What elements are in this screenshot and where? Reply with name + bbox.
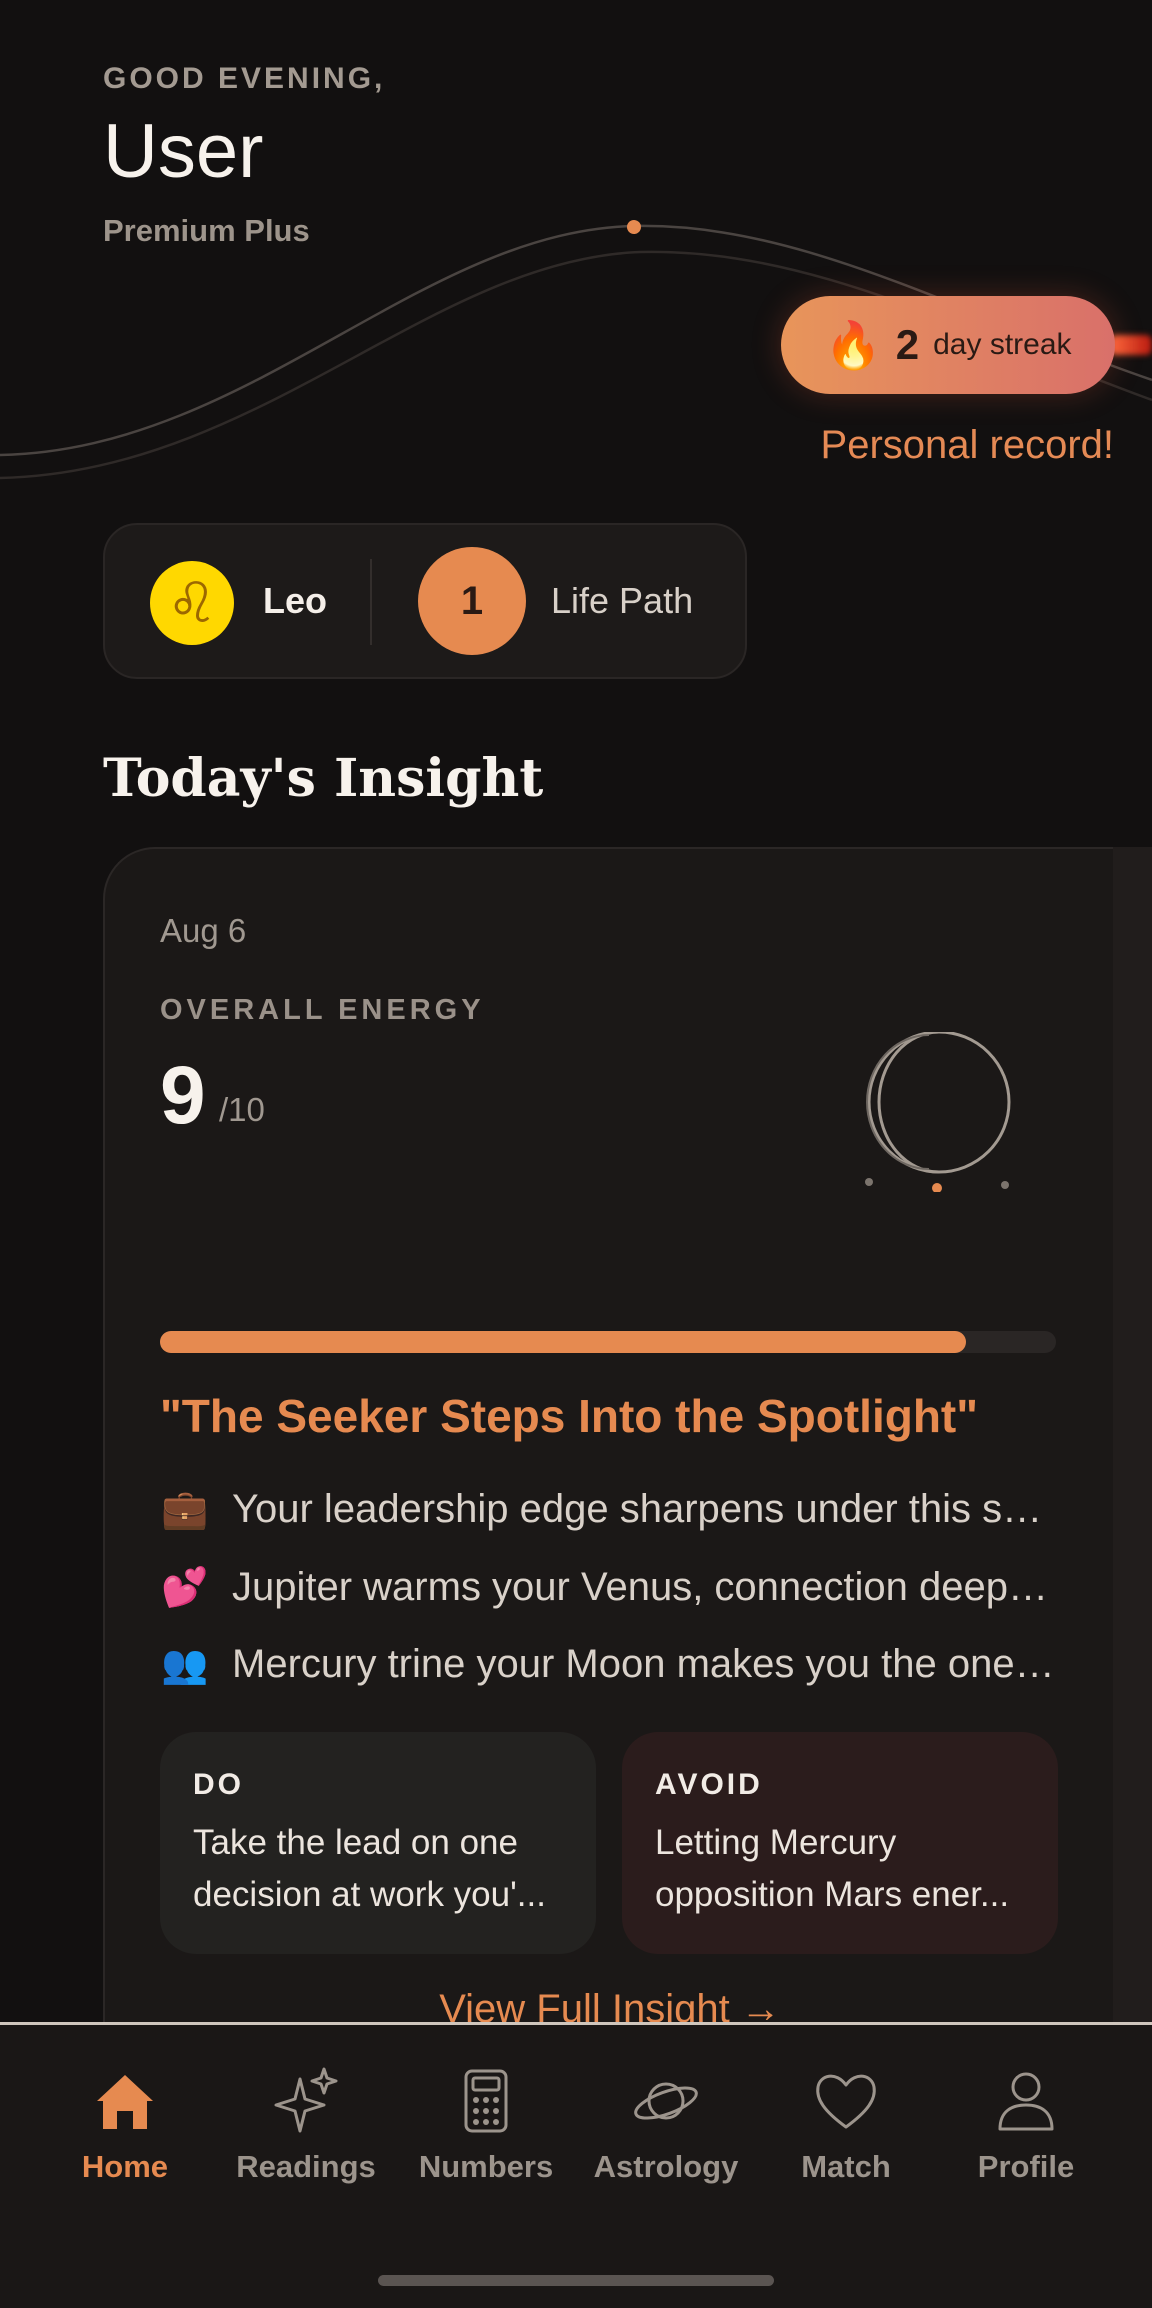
life-path-label: Life Path [551, 580, 694, 621]
tab-label: Astrology [593, 2149, 739, 2184]
insight-bullet: 👥 Mercury trine your Moon makes you the … [160, 1642, 1062, 1687]
wave-dot [627, 220, 641, 234]
do-tip-title: DO [193, 1768, 244, 1801]
energy-max: /10 [219, 1091, 265, 1128]
fire-icon: 🔥 [824, 318, 882, 371]
tab-label: Numbers [418, 2149, 554, 2184]
personal-record-label: Personal record! [820, 423, 1114, 467]
membership-tier: Premium Plus [103, 213, 310, 248]
avoid-tip-card[interactable]: AVOID Letting Mercury opposition Mars en… [622, 1732, 1058, 1954]
zodiac-sign-label: Leo [263, 580, 328, 621]
sparkles-icon [274, 2067, 338, 2133]
sign-summary-card[interactable]: ♌ Leo 1 Life Path [103, 523, 747, 679]
bottom-tab-bar: Home Readings Numbers Astrology Match Pr… [0, 2022, 1152, 2308]
tab-match[interactable]: Match [756, 2065, 936, 2185]
insight-bullet: 💕 Jupiter warms your Venus, connection d… [160, 1565, 1062, 1610]
streak-count: 2 [895, 321, 920, 368]
avoid-tip-text: Letting Mercury opposition Mars ener... [655, 1823, 1010, 1914]
insight-card[interactable]: Aug 6 OVERALL ENERGY 9 /10 "The Seeker S… [103, 847, 1115, 2031]
energy-progress-bar [160, 1331, 1056, 1353]
planet-icon [634, 2082, 698, 2120]
hearts-icon: 💕 [161, 1566, 209, 1609]
insight-bullet: 💼 Your leadership edge sharpens under th… [160, 1487, 1062, 1532]
life-path-number: 1 [418, 547, 526, 655]
energy-progress-fill [160, 1331, 967, 1353]
heart-icon [816, 2074, 876, 2129]
home-icon [97, 2075, 153, 2129]
streak-glow-decoration [1110, 335, 1152, 355]
streak-badge[interactable]: 🔥 2 day streak [781, 296, 1115, 394]
user-icon [998, 2072, 1054, 2131]
greeting-label: GOOD EVENING, [103, 62, 386, 95]
next-insight-card-peek[interactable] [1113, 847, 1152, 2027]
people-icon: 👥 [161, 1643, 209, 1686]
tab-label: Readings [236, 2149, 376, 2184]
insight-bullet-text: Your leadership edge sharpens under this… [232, 1487, 1062, 1531]
energy-label: OVERALL ENERGY [160, 994, 485, 1026]
tab-astrology[interactable]: Astrology [576, 2065, 756, 2185]
calculator-icon [464, 2069, 508, 2133]
tab-numbers[interactable]: Numbers [396, 2065, 576, 2185]
insight-bullet-text: Jupiter warms your Venus, connection dee… [232, 1565, 1062, 1609]
moon-phase-icon [865, 1032, 1011, 1192]
briefcase-icon: 💼 [161, 1488, 209, 1531]
section-title: Today's Insight [103, 748, 544, 809]
streak-label: day streak [933, 328, 1072, 361]
tab-label: Profile [977, 2149, 1075, 2184]
tab-home[interactable]: Home [35, 2065, 215, 2185]
energy-value: 9 [160, 1050, 206, 1141]
avoid-tip-title: AVOID [655, 1768, 763, 1801]
insight-date: Aug 6 [160, 912, 247, 949]
insight-headline: "The Seeker Steps Into the Spotlight" [160, 1390, 979, 1442]
tab-label: Home [81, 2149, 169, 2184]
home-indicator[interactable] [378, 2275, 774, 2286]
leo-icon: ♌ [150, 561, 234, 645]
tab-profile[interactable]: Profile [936, 2065, 1116, 2185]
do-tip-card[interactable]: DO Take the lead on one decision at work… [160, 1732, 596, 1954]
user-name: User [103, 109, 264, 194]
tab-readings[interactable]: Readings [216, 2065, 396, 2185]
insight-bullet-text: Mercury trine your Moon makes you the on… [232, 1642, 1062, 1686]
do-tip-text: Take the lead on one decision at work yo… [193, 1823, 546, 1914]
divider [370, 559, 372, 645]
tab-label: Match [801, 2149, 891, 2184]
